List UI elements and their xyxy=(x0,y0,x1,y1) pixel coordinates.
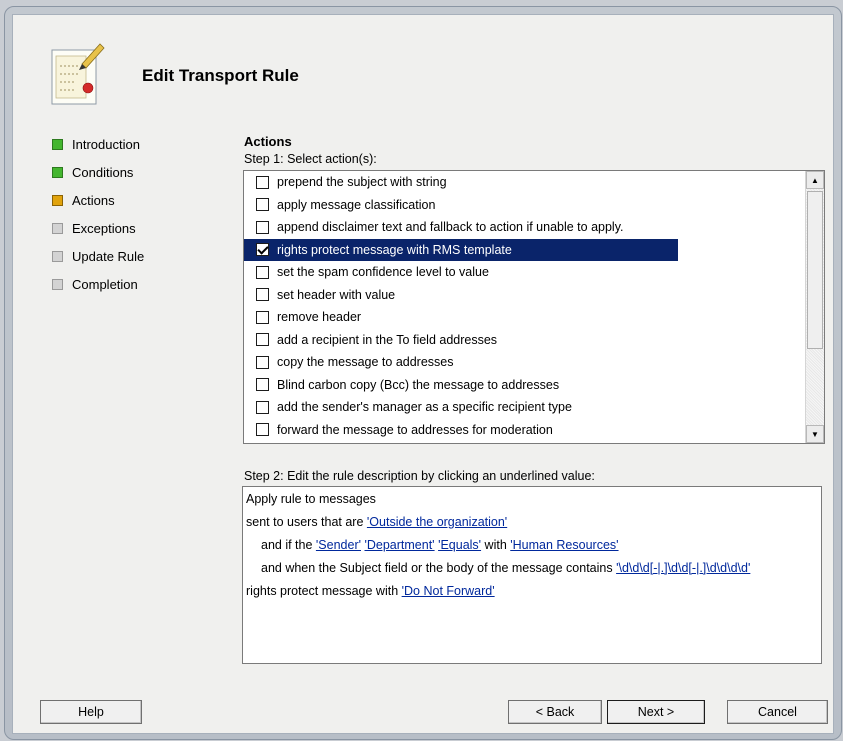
desc-text: and if the xyxy=(261,538,316,552)
scope-link[interactable]: 'Outside the organization' xyxy=(367,515,507,529)
action-row-add-manager[interactable]: add the sender's manager as a specific r… xyxy=(244,396,799,419)
action-label: add a recipient in the To field addresse… xyxy=(277,332,498,347)
action-row-apply-classification[interactable]: apply message classification xyxy=(244,194,799,217)
scroll-up-icon[interactable]: ▲ xyxy=(806,171,824,189)
action-checkbox[interactable] xyxy=(256,175,269,189)
action-row-add-recipient-to[interactable]: add a recipient in the To field addresse… xyxy=(244,329,799,352)
action-checkbox[interactable] xyxy=(256,198,269,212)
desc-text: and when the Subject field or the body o… xyxy=(261,561,617,575)
action-checkbox[interactable] xyxy=(256,423,269,437)
scroll-down-icon[interactable]: ▼ xyxy=(806,425,824,443)
cancel-button[interactable]: Cancel xyxy=(727,700,828,724)
status-complete-icon xyxy=(52,166,63,178)
action-checkbox[interactable] xyxy=(256,333,269,347)
nav-item-label: Introduction xyxy=(72,136,140,152)
edit-rule-icon xyxy=(51,43,105,105)
action-row-spam-confidence[interactable]: set the spam confidence level to value xyxy=(244,261,799,284)
nav-item-label: Completion xyxy=(72,276,138,292)
step1-label: Step 1: Select action(s): xyxy=(244,152,377,166)
nav-item-completion[interactable]: Completion xyxy=(52,270,144,298)
pattern-link[interactable]: '\d\d\d[-|.]\d\d[-|.]\d\d\d\d' xyxy=(616,561,750,575)
action-row-remove-header[interactable]: remove header xyxy=(244,306,799,329)
actions-listbox[interactable]: prepend the subject with string apply me… xyxy=(243,170,825,444)
nav-item-label: Update Rule xyxy=(72,248,145,264)
desc-text: sent to users that are xyxy=(246,515,367,529)
section-title: Actions xyxy=(244,134,292,149)
sender-link[interactable]: 'Sender' xyxy=(316,538,361,552)
desc-text: rights protect message with xyxy=(246,584,402,598)
page-title: Edit Transport Rule xyxy=(142,66,299,85)
department-link[interactable]: 'Department' xyxy=(364,538,434,552)
status-complete-icon xyxy=(52,138,63,150)
action-label: remove header xyxy=(277,310,362,325)
action-checkbox[interactable] xyxy=(256,400,269,414)
action-label: set the spam confidence level to value xyxy=(277,265,489,280)
actions-list: prepend the subject with string apply me… xyxy=(244,171,799,441)
action-row-forward-moderation[interactable]: forward the message to addresses for mod… xyxy=(244,419,799,442)
action-checkbox[interactable] xyxy=(256,288,269,302)
template-link[interactable]: 'Do Not Forward' xyxy=(402,584,495,598)
nav-item-label: Conditions xyxy=(72,164,134,180)
action-row-bcc[interactable]: Blind carbon copy (Bcc) the message to a… xyxy=(244,374,799,397)
nav-item-exceptions[interactable]: Exceptions xyxy=(52,214,144,242)
scroll-thumb[interactable] xyxy=(807,191,823,349)
nav-item-update-rule[interactable]: Update Rule xyxy=(52,242,144,270)
equals-link[interactable]: 'Equals' xyxy=(438,538,481,552)
action-row-prepend-subject[interactable]: prepend the subject with string xyxy=(244,171,799,194)
desc-line-rights: rights protect message with 'Do Not Forw… xyxy=(246,583,818,599)
action-label: rights protect message with RMS template xyxy=(277,242,512,257)
action-label: prepend the subject with string xyxy=(277,175,447,190)
action-row-append-disclaimer[interactable]: append disclaimer text and fallback to a… xyxy=(244,216,799,239)
action-checkbox[interactable] xyxy=(256,310,269,324)
action-checkbox[interactable] xyxy=(256,378,269,392)
action-checkbox-checked[interactable] xyxy=(256,243,269,257)
status-pending-icon xyxy=(52,222,63,234)
vertical-scrollbar[interactable]: ▲ ▼ xyxy=(805,171,824,443)
action-label: add the sender's manager as a specific r… xyxy=(277,400,572,415)
hr-link[interactable]: 'Human Resources' xyxy=(510,538,618,552)
status-pending-icon xyxy=(52,278,63,290)
status-pending-icon xyxy=(52,250,63,262)
next-button[interactable]: Next > xyxy=(607,700,705,724)
action-checkbox[interactable] xyxy=(256,265,269,279)
help-button[interactable]: Help xyxy=(40,700,142,724)
action-label: forward the message to addresses for mod… xyxy=(277,422,553,437)
action-label: append disclaimer text and fallback to a… xyxy=(277,220,624,235)
action-row-rights-protect[interactable]: rights protect message with RMS template xyxy=(244,238,678,261)
rule-description: Apply rule to messages sent to users tha… xyxy=(242,486,822,664)
step2-label: Step 2: Edit the rule description by cli… xyxy=(244,469,595,483)
desc-line-sender: and if the 'Sender' 'Department' 'Equals… xyxy=(246,537,818,553)
status-current-icon xyxy=(52,194,63,206)
wizard-nav: Introduction Conditions Actions Exceptio… xyxy=(52,130,144,298)
action-label: Blind carbon copy (Bcc) the message to a… xyxy=(277,377,560,392)
nav-item-conditions[interactable]: Conditions xyxy=(52,158,144,186)
desc-line-apply: Apply rule to messages xyxy=(246,492,376,506)
action-row-set-header[interactable]: set header with value xyxy=(244,284,799,307)
action-label: apply message classification xyxy=(277,197,436,212)
nav-item-label: Exceptions xyxy=(72,220,136,236)
desc-line-contains: and when the Subject field or the body o… xyxy=(246,560,818,576)
nav-item-label: Actions xyxy=(72,192,115,208)
nav-item-introduction[interactable]: Introduction xyxy=(52,130,144,158)
back-button[interactable]: < Back xyxy=(508,700,602,724)
desc-line-sent-to: sent to users that are 'Outside the orga… xyxy=(246,514,818,530)
nav-item-actions[interactable]: Actions xyxy=(52,186,144,214)
action-label: copy the message to addresses xyxy=(277,355,454,370)
action-row-copy-message[interactable]: copy the message to addresses xyxy=(244,351,799,374)
desc-text: with xyxy=(481,538,511,552)
action-checkbox[interactable] xyxy=(256,355,269,369)
action-checkbox[interactable] xyxy=(256,220,269,234)
action-label: set header with value xyxy=(277,287,396,302)
